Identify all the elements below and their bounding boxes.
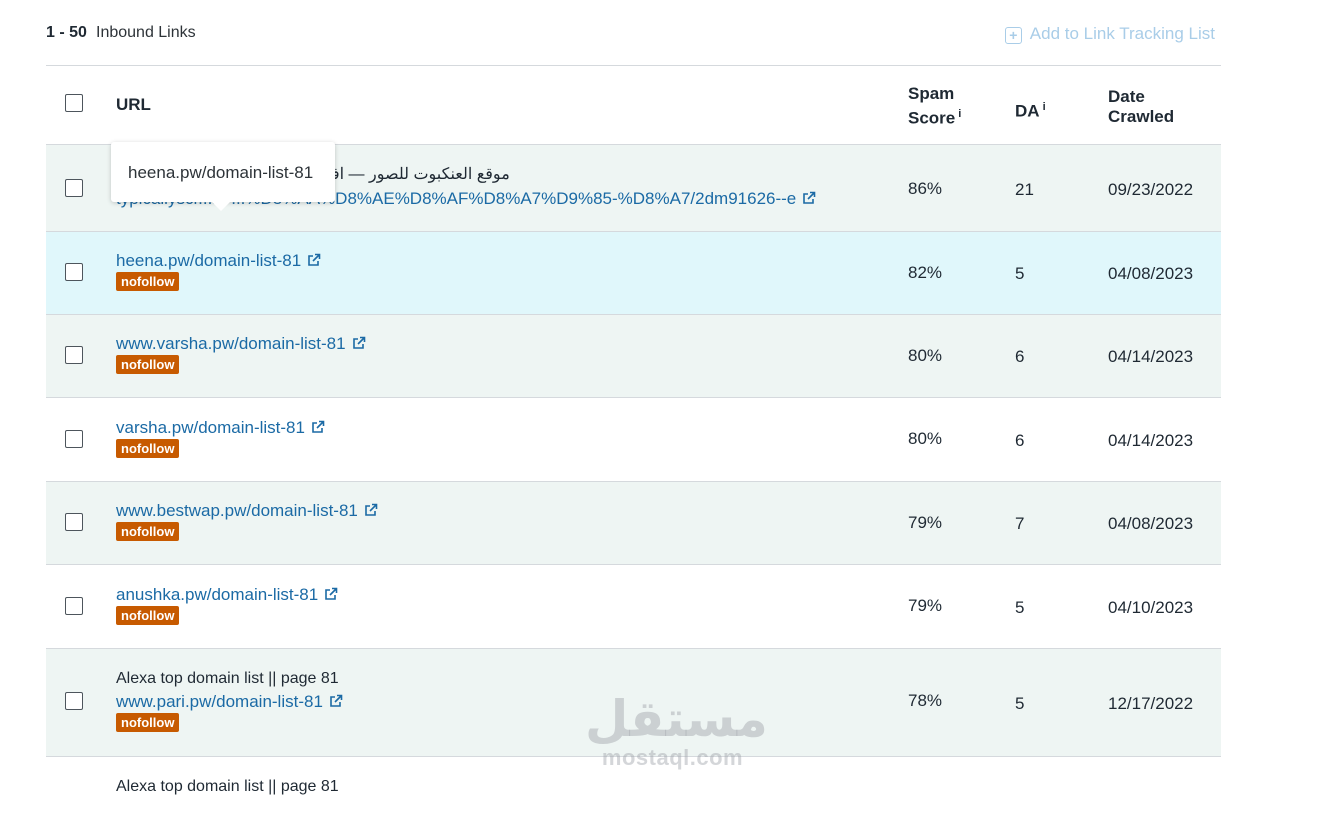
url-cell: Alexa top domain list || page 81 www.par…: [116, 669, 891, 732]
info-icon[interactable]: i: [958, 108, 961, 120]
spam-score-label-line2: Score: [908, 108, 956, 128]
table-row[interactable]: anushka.pw/domain-list-81 nofollow 79% 5…: [46, 565, 1221, 649]
row-checkbox[interactable]: [65, 346, 83, 364]
external-link-icon[interactable]: [307, 253, 321, 267]
domain-authority: 5: [1015, 694, 1025, 713]
row-checkbox[interactable]: [65, 430, 83, 448]
row-checkbox[interactable]: [65, 692, 83, 710]
column-url[interactable]: URL: [116, 95, 151, 115]
spam-score: 82%: [908, 263, 943, 282]
spam-score: 80%: [908, 429, 943, 448]
nofollow-badge: nofollow: [116, 713, 180, 732]
external-link-icon[interactable]: [802, 191, 816, 205]
date-crawled: 04/08/2023: [1108, 514, 1194, 533]
info-icon[interactable]: i: [1043, 101, 1046, 113]
external-link-icon[interactable]: [352, 336, 366, 350]
results-header: 1 - 50 Inbound Links + Add to Link Tracki…: [46, 22, 1221, 46]
spam-score: 79%: [908, 513, 943, 532]
nofollow-badge: nofollow: [116, 522, 180, 541]
date-crawled: 04/08/2023: [1108, 264, 1194, 283]
backlink-url[interactable]: anushka.pw/domain-list-81: [116, 584, 891, 606]
domain-authority: 5: [1015, 264, 1025, 283]
nofollow-badge: nofollow: [116, 272, 180, 291]
page-title: Alexa top domain list || page 81: [116, 670, 339, 687]
date-crawled: 09/23/2022: [1108, 180, 1194, 199]
spam-score-label-line1: Spam: [908, 84, 955, 103]
nofollow-badge: nofollow: [116, 606, 180, 625]
url-cell: Alexa top domain list || page 81: [116, 777, 891, 797]
tooltip-text: heena.pw/domain-list-81: [128, 163, 314, 182]
url-cell: www.varsha.pw/domain-list-81 nofollow: [116, 333, 891, 374]
add-to-tracking-list-label: Add to Link Tracking List: [1029, 24, 1215, 43]
results-range: 1 - 50: [46, 24, 87, 41]
backlink-url[interactable]: www.varsha.pw/domain-list-81: [116, 333, 891, 355]
external-link-icon[interactable]: [324, 587, 338, 601]
date-crawled: 04/10/2023: [1108, 598, 1194, 617]
watermark-domain: mostaql.com: [601, 745, 744, 770]
tooltip-arrow: [211, 201, 231, 211]
url-cell: heena.pw/domain-list-81 nofollow: [116, 250, 891, 291]
row-checkbox[interactable]: [65, 597, 83, 615]
domain-authority: 21: [1015, 180, 1034, 199]
add-to-tracking-list-button[interactable]: + Add to Link Tracking List: [1004, 24, 1215, 44]
table-row[interactable]: www.varsha.pw/domain-list-81 nofollow 80…: [46, 315, 1221, 398]
column-spam-score[interactable]: Spam Score i: [908, 84, 961, 129]
spam-score: 80%: [908, 346, 943, 365]
date-label-line1: Date: [1108, 87, 1145, 106]
results-title: Inbound Links: [96, 24, 196, 41]
nofollow-badge: nofollow: [116, 355, 180, 374]
select-all-checkbox[interactable]: [65, 94, 83, 112]
table-header: URL Spam Score i DA i Date Crawled: [46, 66, 1221, 145]
row-checkbox[interactable]: [65, 263, 83, 281]
url-cell: varsha.pw/domain-list-81 nofollow: [116, 417, 891, 458]
table-row[interactable]: heena.pw/domain-list-81 nofollow 82% 5 0…: [46, 232, 1221, 315]
backlink-url[interactable]: www.bestwap.pw/domain-list-81: [116, 500, 891, 522]
url-cell: anushka.pw/domain-list-81 nofollow: [116, 584, 891, 625]
url-cell: www.bestwap.pw/domain-list-81 nofollow: [116, 500, 891, 541]
date-crawled: 04/14/2023: [1108, 431, 1194, 450]
backlink-url[interactable]: heena.pw/domain-list-81: [116, 250, 891, 272]
plus-icon: +: [1004, 27, 1022, 44]
date-label-line2: Crawled: [1108, 107, 1175, 126]
table-row[interactable]: www.bestwap.pw/domain-list-81 nofollow 7…: [46, 482, 1221, 565]
backlink-url[interactable]: www.pari.pw/domain-list-81: [116, 691, 891, 713]
spam-score: 86%: [908, 179, 943, 198]
date-crawled: 04/14/2023: [1108, 347, 1194, 366]
external-link-icon[interactable]: [364, 503, 378, 517]
spam-score: 78%: [908, 691, 943, 710]
column-da[interactable]: DA i: [1015, 97, 1046, 122]
external-link-icon[interactable]: [329, 694, 343, 708]
domain-authority: 6: [1015, 347, 1025, 366]
domain-authority: 5: [1015, 598, 1025, 617]
backlink-url[interactable]: varsha.pw/domain-list-81: [116, 417, 891, 439]
column-date-crawled[interactable]: Date Crawled: [1108, 87, 1174, 127]
table-row[interactable]: varsha.pw/domain-list-81 nofollow 80% 6 …: [46, 398, 1221, 482]
domain-authority: 6: [1015, 431, 1025, 450]
domain-authority: 7: [1015, 514, 1025, 533]
nofollow-badge: nofollow: [116, 439, 180, 458]
url-tooltip: heena.pw/domain-list-81: [111, 142, 335, 211]
row-checkbox[interactable]: [65, 513, 83, 531]
external-link-icon[interactable]: [311, 420, 325, 434]
spam-score: 79%: [908, 596, 943, 615]
watermark: مستقل mostaql.com: [585, 690, 768, 770]
watermark-logo-text: مستقل: [585, 690, 768, 748]
date-crawled: 12/17/2022: [1108, 694, 1194, 713]
row-checkbox[interactable]: [65, 179, 83, 197]
page-title: Alexa top domain list || page 81: [116, 778, 339, 795]
da-label: DA: [1015, 101, 1040, 121]
